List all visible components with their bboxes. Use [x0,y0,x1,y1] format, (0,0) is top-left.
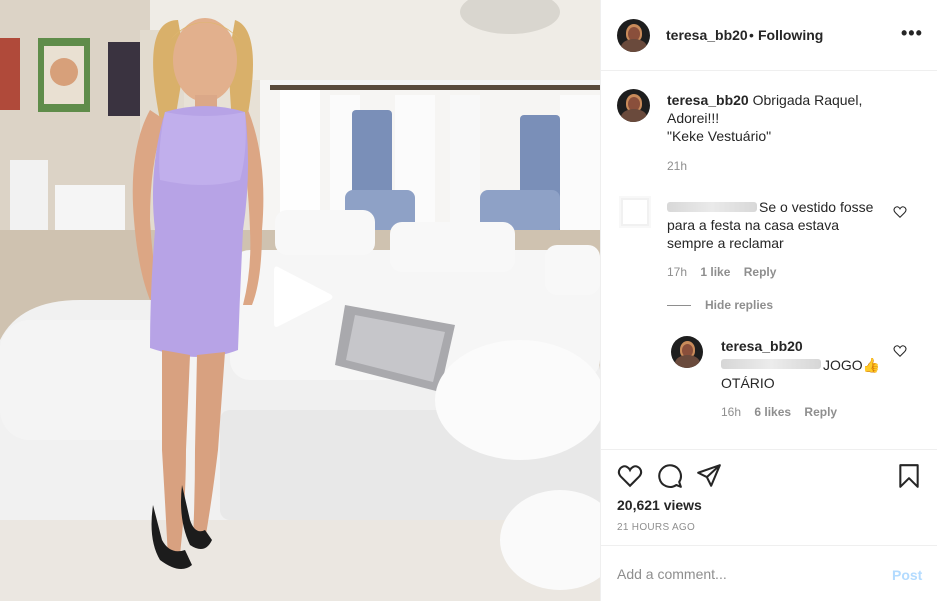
comment-likes[interactable]: 1 like [700,265,730,279]
reply-button[interactable]: Reply [744,265,777,279]
bookmark-icon[interactable] [896,463,922,489]
more-horizontal-icon[interactable]: ••• [901,24,923,42]
author-username[interactable]: teresa_bb20 [666,27,748,43]
post-comment-button[interactable]: Post [892,567,922,583]
share-icon[interactable] [696,463,722,489]
comment-input[interactable] [617,563,877,585]
comment-like-heart-icon[interactable] [893,205,907,219]
comment-text: Se o vestido fosse para a festa na casa … [667,199,874,251]
redacted-avatar[interactable] [621,198,649,226]
hide-replies-button[interactable]: Hide replies [667,298,773,312]
add-comment-bar: Post [601,545,937,601]
caption-avatar[interactable] [617,89,650,122]
reply-username[interactable]: teresa_bb20 [721,338,803,354]
play-button[interactable] [270,263,336,331]
reply-time[interactable]: 16h [721,405,741,419]
hide-replies-label: Hide replies [705,298,774,312]
separator-dot: • [749,27,754,43]
reply-reply-button[interactable]: Reply [804,405,837,419]
caption-time[interactable]: 21h [667,159,687,173]
author-avatar[interactable] [617,19,650,52]
heart-icon[interactable] [617,463,643,489]
post-actions: 20,621 views 21 HOURS AGO [601,449,937,545]
play-icon [274,266,333,327]
following-button[interactable]: Following [758,27,823,43]
post-header: teresa_bb20 • Following ••• [601,0,937,71]
divider-line [667,305,691,307]
reply-meta: 16h 6 likes Reply [721,405,847,419]
reply-like-heart-icon[interactable] [893,344,907,358]
comment-time[interactable]: 17h [667,265,687,279]
comment-icon[interactable] [657,463,683,489]
post-sidebar: teresa_bb20 • Following ••• teresa_bb20 … [600,0,937,601]
view-count[interactable]: 20,621 views [617,497,702,513]
posted-time[interactable]: 21 HOURS AGO [617,522,695,533]
caption-text-block: teresa_bb20 Obrigada Raquel, Adorei!!! "… [667,91,897,145]
reply-text: JOGO👍 OTÁRIO [721,357,881,391]
comment-meta: 17h 1 like Reply [667,265,786,279]
reply-likes[interactable]: 6 likes [754,405,791,419]
reply-avatar[interactable] [671,336,703,368]
caption-username[interactable]: teresa_bb20 [667,92,749,108]
post-video[interactable] [0,0,600,601]
